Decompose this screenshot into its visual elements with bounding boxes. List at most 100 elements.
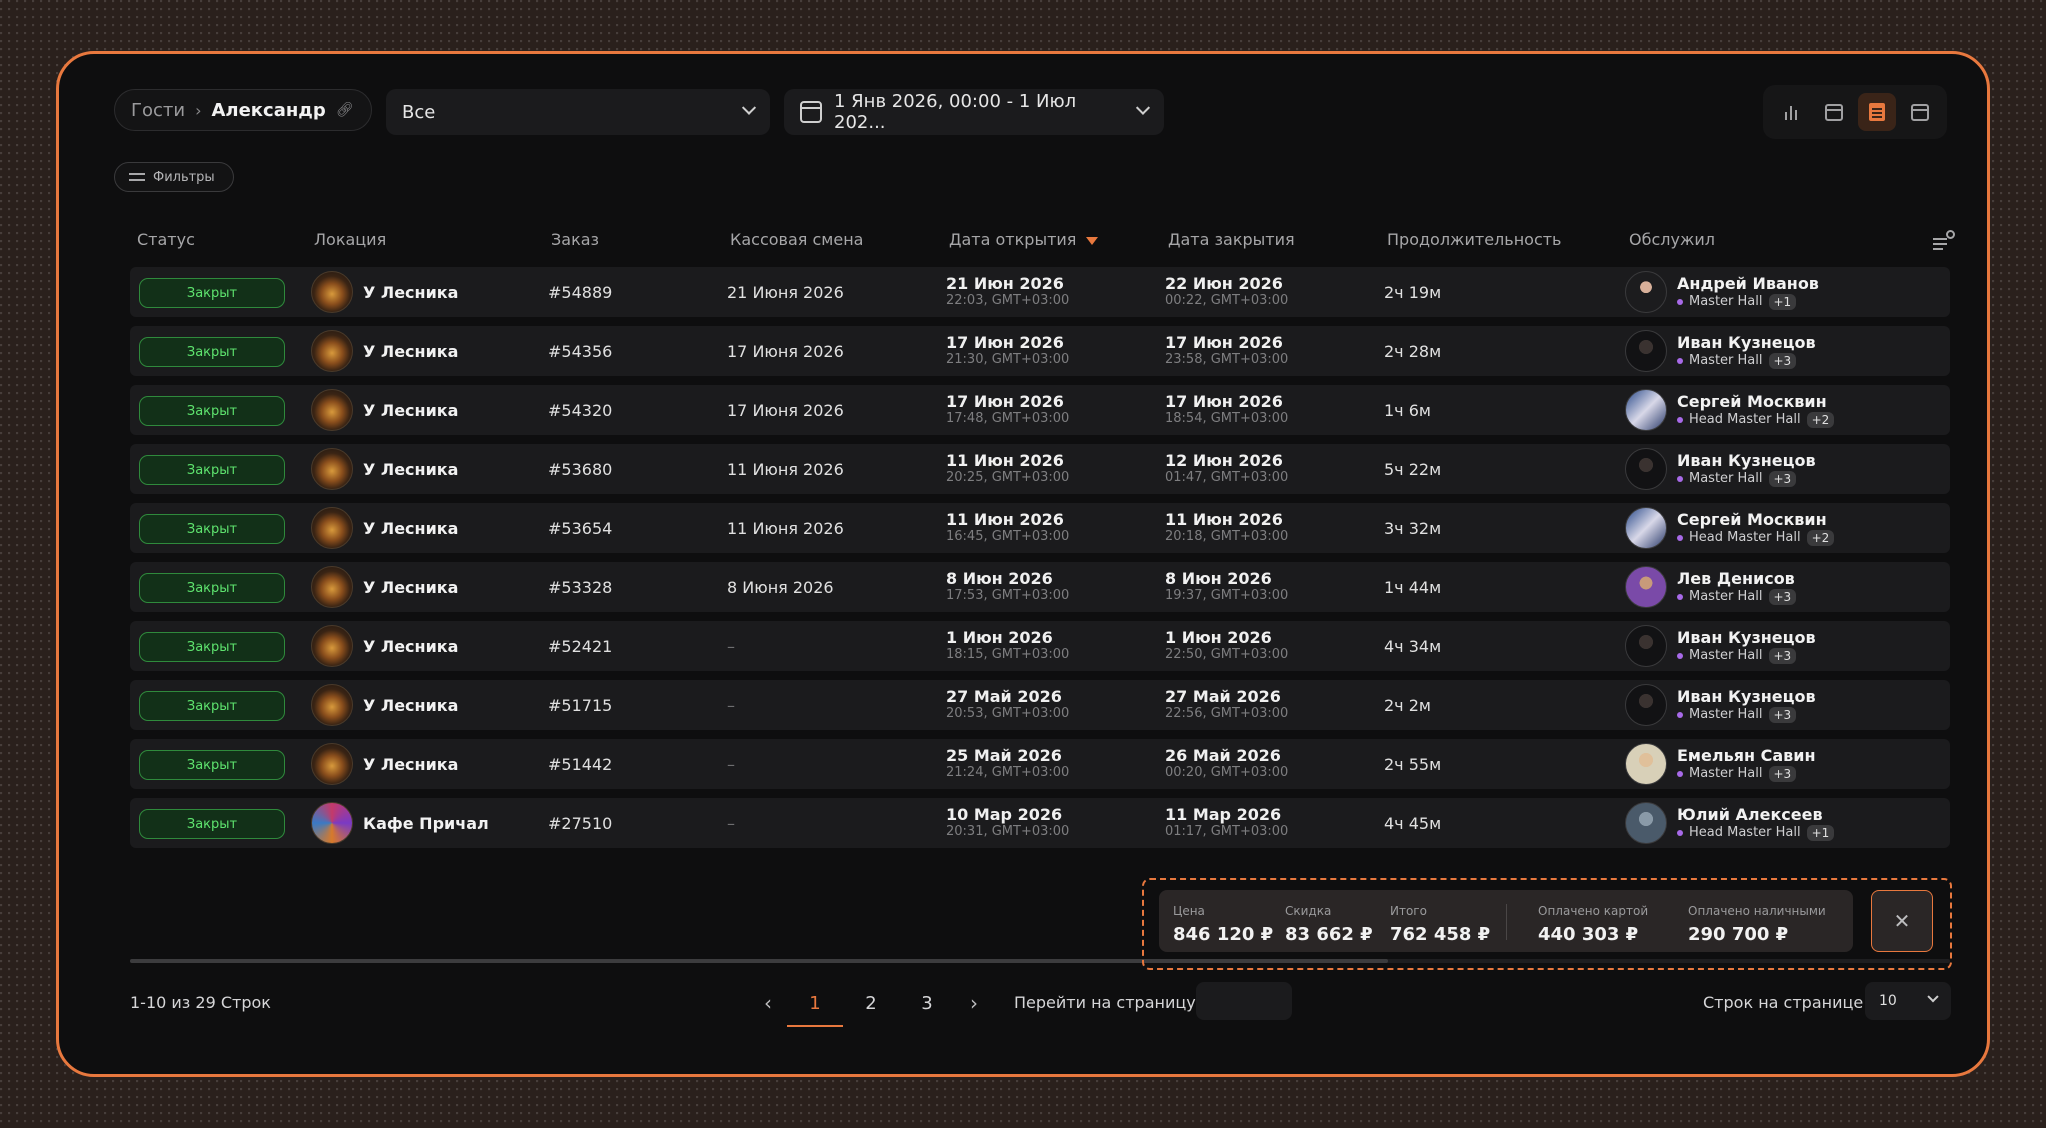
closed-cell: 12 Июн 2026 01:47, GMT+03:00: [1165, 444, 1288, 494]
close-icon: ✕: [1893, 909, 1911, 933]
table-row[interactable]: Закрыт У Лесника #51442 – 25 Май 2026 21:…: [130, 739, 1950, 789]
table-row[interactable]: Закрыт У Лесника #52421 – 1 Июн 2026 18:1…: [130, 621, 1950, 671]
column-shift[interactable]: Кассовая смена: [730, 230, 863, 249]
location-avatar: [311, 566, 353, 608]
extra-staff-count[interactable]: +3: [1768, 706, 1797, 723]
grand-total-label: Итого: [1390, 904, 1427, 918]
status-badge: Закрыт: [139, 337, 285, 367]
duration: 5ч 22м: [1384, 459, 1442, 479]
close-totals-button[interactable]: ✕: [1871, 890, 1933, 952]
closed-date: 27 Май 2026: [1165, 687, 1281, 706]
extra-staff-count[interactable]: +1: [1806, 824, 1835, 841]
pagination-info: 1-10 из 29 Строк: [130, 993, 271, 1012]
opened-time: 21:30, GMT+03:00: [946, 352, 1070, 367]
order-number: #54356: [548, 341, 613, 361]
table-row[interactable]: Закрыт У Лесника #53680 11 Июня 2026 11 …: [130, 444, 1950, 494]
extra-staff-count[interactable]: +3: [1768, 588, 1797, 605]
closed-cell: 1 Июн 2026 22:50, GMT+03:00: [1165, 621, 1288, 671]
closed-cell: 11 Мар 2026 01:17, GMT+03:00: [1165, 798, 1288, 848]
status-badge: Закрыт: [139, 514, 285, 544]
column-status[interactable]: Статус: [137, 230, 195, 249]
view-toggle-group: [1763, 85, 1947, 139]
table-row[interactable]: Закрыт У Лесника #53654 11 Июня 2026 11 …: [130, 503, 1950, 553]
staff-avatar: [1625, 625, 1667, 667]
date-range-picker[interactable]: 1 Янв 2026, 00:00 - 1 Июл 202...: [784, 89, 1164, 135]
goto-page-input[interactable]: [1196, 982, 1292, 1020]
sliders-icon: [129, 171, 145, 183]
staff-role: Master Hall: [1689, 707, 1763, 722]
calendar-icon: [800, 101, 822, 123]
breadcrumb: Гости › Александр 🔗︎: [114, 89, 372, 131]
role-dot-icon: [1677, 770, 1683, 777]
table-row[interactable]: Закрыт Кафе Причал #27510 – 10 Мар 2026 2…: [130, 798, 1950, 848]
closed-cell: 11 Июн 2026 20:18, GMT+03:00: [1165, 503, 1288, 553]
extra-staff-count[interactable]: +3: [1768, 765, 1797, 782]
shift-date: –: [727, 636, 735, 656]
order-number: #51442: [548, 754, 613, 774]
link-icon[interactable]: 🔗︎: [336, 102, 354, 118]
extra-staff-count[interactable]: +2: [1806, 411, 1835, 428]
opened-cell: 8 Июн 2026 17:53, GMT+03:00: [946, 562, 1069, 612]
column-order[interactable]: Заказ: [551, 230, 599, 249]
order-number: #53328: [548, 577, 613, 597]
chart-view-button[interactable]: [1772, 93, 1810, 131]
opened-cell: 1 Июн 2026 18:15, GMT+03:00: [946, 621, 1069, 671]
column-settings-icon[interactable]: [1933, 230, 1955, 252]
opened-time: 22:03, GMT+03:00: [946, 293, 1070, 308]
prev-page-button[interactable]: ‹: [749, 983, 787, 1023]
staff-name: Сергей Москвин: [1677, 510, 1827, 529]
column-closed[interactable]: Дата закрытия: [1168, 230, 1295, 249]
table-row[interactable]: Закрыт У Лесника #51715 – 27 Май 2026 20:…: [130, 680, 1950, 730]
table-row[interactable]: Закрыт У Лесника #54320 17 Июня 2026 17 …: [130, 385, 1950, 435]
location-avatar: [311, 507, 353, 549]
total-discount: Скидка 83 662 ₽: [1285, 904, 1373, 948]
location-name: У Лесника: [363, 754, 459, 774]
schedule-view-button[interactable]: [1901, 93, 1939, 131]
closed-date: 26 Май 2026: [1165, 746, 1281, 765]
duration: 4ч 34м: [1384, 636, 1442, 656]
bar-chart-icon: [1782, 104, 1800, 120]
column-duration[interactable]: Продолжительность: [1387, 230, 1561, 249]
location-name: У Лесника: [363, 577, 459, 597]
opened-date: 21 Июн 2026: [946, 274, 1064, 293]
rows-per-page-select[interactable]: 10: [1865, 982, 1951, 1020]
opened-time: 17:53, GMT+03:00: [946, 588, 1070, 603]
list-view-button[interactable]: [1857, 93, 1896, 131]
closed-date: 11 Мар 2026: [1165, 805, 1282, 824]
rows-per-page-value: 10: [1879, 993, 1897, 1009]
column-location[interactable]: Локация: [314, 230, 386, 249]
extra-staff-count[interactable]: +3: [1768, 470, 1797, 487]
closed-cell: 8 Июн 2026 19:37, GMT+03:00: [1165, 562, 1288, 612]
total-discount-label: Скидка: [1285, 904, 1332, 918]
extra-staff-count[interactable]: +1: [1768, 293, 1797, 310]
filters-button[interactable]: Фильтры: [114, 162, 234, 192]
order-number: #54320: [548, 400, 613, 420]
breadcrumb-parent[interactable]: Гости: [131, 100, 185, 121]
table-row[interactable]: Закрыт У Лесника #53328 8 Июня 2026 8 Ию…: [130, 562, 1950, 612]
duration: 4ч 45м: [1384, 813, 1442, 833]
paid-card: Оплачено картой 440 303 ₽: [1538, 904, 1648, 948]
extra-staff-count[interactable]: +3: [1768, 352, 1797, 369]
chevron-down-icon: [1136, 100, 1151, 115]
chevron-left-icon: ‹: [764, 991, 772, 1015]
page-button[interactable]: 3: [899, 979, 955, 1027]
calendar-view-button[interactable]: [1815, 93, 1853, 131]
column-opened-label: Дата открытия: [949, 230, 1077, 249]
table-row[interactable]: Закрыт У Лесника #54356 17 Июня 2026 17 …: [130, 326, 1950, 376]
page-button[interactable]: 1: [787, 979, 843, 1027]
closed-cell: 17 Июн 2026 23:58, GMT+03:00: [1165, 326, 1288, 376]
filter-select[interactable]: Все: [386, 89, 770, 135]
extra-staff-count[interactable]: +2: [1806, 529, 1835, 546]
filters-button-label: Фильтры: [153, 169, 215, 185]
chevron-down-icon: [741, 100, 757, 115]
status-badge: Закрыт: [139, 278, 285, 308]
column-opened[interactable]: Дата открытия: [949, 230, 1099, 249]
status-badge: Закрыт: [139, 396, 285, 426]
column-served[interactable]: Обслужил: [1629, 230, 1715, 249]
next-page-button[interactable]: ›: [955, 983, 993, 1023]
extra-staff-count[interactable]: +3: [1768, 647, 1797, 664]
status-badge: Закрыт: [139, 750, 285, 780]
table-row[interactable]: Закрыт У Лесника #54889 21 Июня 2026 21 …: [130, 267, 1950, 317]
closed-date: 17 Июн 2026: [1165, 392, 1283, 411]
page-button[interactable]: 2: [843, 979, 899, 1027]
